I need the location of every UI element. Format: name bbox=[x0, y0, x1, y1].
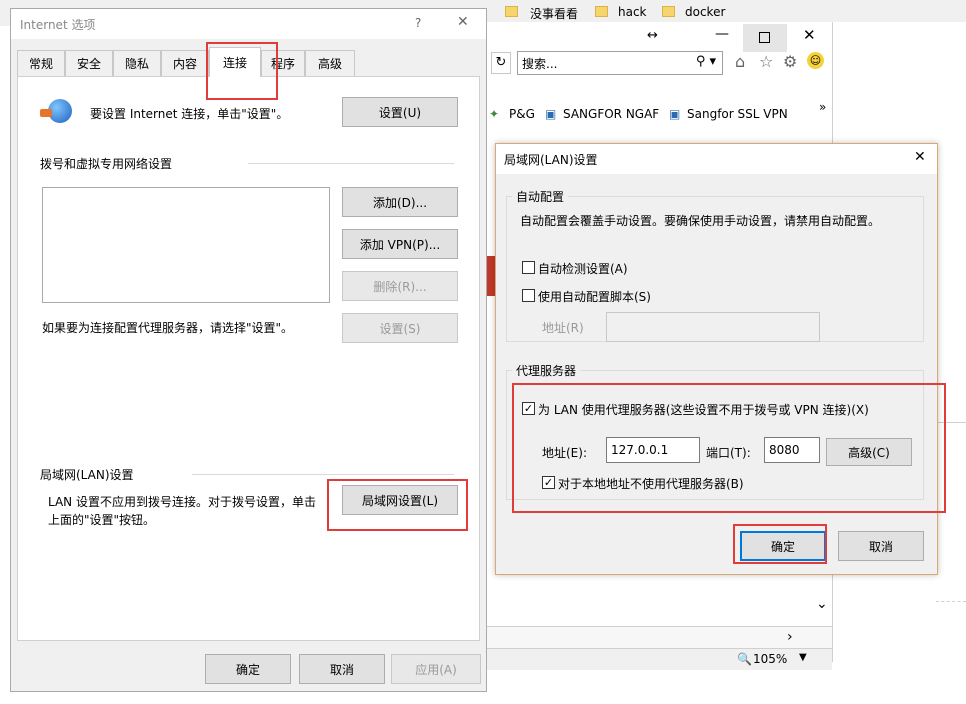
dialog-title: 局域网(LAN)设置 bbox=[504, 153, 598, 167]
smiley-icon[interactable]: ☺ bbox=[807, 52, 824, 69]
auto-config-heading: 自动配置 bbox=[512, 188, 569, 205]
script-address-label: 地址(R) bbox=[542, 321, 584, 335]
tab-connections[interactable]: 连接 bbox=[209, 47, 261, 77]
zoom-level[interactable]: 105% bbox=[753, 652, 787, 666]
more-favorites-icon[interactable]: » bbox=[819, 100, 826, 114]
favorites-bar: ✦ P&G ▣ SANGFOR NGAF ▣ Sangfor SSL VPN » bbox=[487, 100, 833, 128]
script-address-input[interactable] bbox=[606, 312, 820, 342]
add-vpn-button[interactable]: 添加 VPN(P)... bbox=[342, 229, 458, 259]
page-icon: ▣ bbox=[545, 107, 557, 121]
zoom-icon: 🔍 bbox=[737, 652, 752, 666]
divider bbox=[248, 163, 454, 164]
resize-arrows-icon: ↔ bbox=[647, 28, 658, 43]
gear-icon[interactable]: ⚙ bbox=[783, 52, 797, 71]
lan-description-line1: LAN 设置不应用到拨号连接。对于拨号设置，单击 bbox=[48, 495, 316, 509]
search-placeholder: 搜索... bbox=[522, 56, 558, 71]
connections-list[interactable] bbox=[42, 187, 330, 303]
dialog-title: Internet 选项 bbox=[20, 18, 96, 32]
folder-icon bbox=[505, 6, 518, 17]
auto-script-label: 使用自动配置脚本(S) bbox=[538, 290, 651, 304]
ok-button[interactable]: 确定 bbox=[205, 654, 291, 684]
proxy-server-heading: 代理服务器 bbox=[512, 362, 581, 379]
folder-icon bbox=[662, 6, 675, 17]
lan-description-line2: 上面的"设置"按钮。 bbox=[48, 513, 156, 527]
cancel-button[interactable]: 取消 bbox=[838, 531, 924, 561]
dialup-heading: 拨号和虚拟专用网络设置 bbox=[40, 157, 173, 171]
lan-heading: 局域网(LAN)设置 bbox=[40, 468, 134, 482]
cancel-button[interactable]: 取消 bbox=[299, 654, 385, 684]
page-icon: ▣ bbox=[669, 107, 681, 121]
auto-detect-checkbox[interactable] bbox=[522, 261, 535, 274]
globe-icon bbox=[40, 99, 72, 125]
highlight-ok-button bbox=[733, 524, 827, 564]
close-icon[interactable]: ✕ bbox=[457, 14, 469, 30]
search-icon[interactable]: ⚲ ▾ bbox=[696, 54, 716, 69]
favorite-item[interactable]: Sangfor SSL VPN bbox=[687, 107, 788, 121]
bookmark-item[interactable]: hack bbox=[618, 5, 647, 19]
scroll-right-icon[interactable]: › bbox=[787, 629, 793, 645]
connections-panel: 要设置 Internet 连接，单击"设置"。 设置(U) 拨号和虚拟专用网络设… bbox=[17, 76, 480, 641]
status-bar: 🔍 105% ▼ bbox=[487, 648, 833, 670]
close-icon[interactable]: ✕ bbox=[803, 26, 816, 44]
folder-icon bbox=[595, 6, 608, 17]
maximize-icon bbox=[759, 32, 770, 43]
proxy-hint: 如果要为连接配置代理服务器，请选择"设置"。 bbox=[42, 321, 294, 335]
horizontal-scrollbar[interactable]: › bbox=[487, 626, 833, 648]
auto-detect-label: 自动检测设置(A) bbox=[538, 262, 628, 276]
settings-button[interactable]: 设置(S) bbox=[342, 313, 458, 343]
apply-button[interactable]: 应用(A) bbox=[391, 654, 481, 684]
highlight-proxy-settings bbox=[512, 383, 946, 513]
close-icon[interactable]: ✕ bbox=[914, 149, 926, 165]
divider bbox=[192, 474, 454, 475]
refresh-icon[interactable]: ↻ bbox=[491, 52, 511, 74]
minimize-icon[interactable]: — bbox=[715, 26, 729, 42]
remove-button[interactable]: 删除(R)... bbox=[342, 271, 458, 301]
favorite-item[interactable]: P&G bbox=[509, 107, 535, 121]
tab-content[interactable]: 内容 bbox=[161, 50, 209, 76]
title-bar: Internet 选项 ? ✕ bbox=[11, 9, 486, 39]
favorites-star-icon[interactable]: ☆ bbox=[759, 52, 773, 71]
highlight-lan-button bbox=[327, 479, 468, 531]
favorite-item[interactable]: SANGFOR NGAF bbox=[563, 107, 659, 121]
favorite-icon: ✦ bbox=[489, 107, 500, 121]
tab-privacy[interactable]: 隐私 bbox=[113, 50, 161, 76]
setup-description: 要设置 Internet 连接，单击"设置"。 bbox=[90, 107, 289, 121]
auto-script-checkbox[interactable] bbox=[522, 289, 535, 302]
scroll-down-icon[interactable]: ⌄ bbox=[816, 596, 828, 612]
internet-options-dialog: Internet 选项 ? ✕ 常规 安全 隐私 内容 连接 程序 高级 要设置… bbox=[10, 8, 487, 692]
maximize-button[interactable] bbox=[743, 24, 787, 52]
chevron-down-icon[interactable]: ▼ bbox=[799, 652, 807, 663]
setup-button[interactable]: 设置(U) bbox=[342, 97, 458, 127]
bookmark-item[interactable]: docker bbox=[685, 5, 725, 19]
tab-advanced[interactable]: 高级 bbox=[305, 50, 355, 76]
home-icon[interactable]: ⌂ bbox=[735, 52, 745, 71]
tab-security[interactable]: 安全 bbox=[65, 50, 113, 76]
bookmark-item[interactable]: 没事看看 bbox=[530, 5, 578, 22]
search-input[interactable]: 搜索... ⚲ ▾ bbox=[517, 51, 723, 75]
help-icon[interactable]: ? bbox=[415, 16, 421, 30]
title-bar: 局域网(LAN)设置 ✕ bbox=[496, 144, 937, 174]
add-button[interactable]: 添加(D)... bbox=[342, 187, 458, 217]
auto-config-description: 自动配置会覆盖手动设置。要确保使用手动设置，请禁用自动配置。 bbox=[520, 214, 881, 228]
tab-general[interactable]: 常规 bbox=[17, 50, 65, 76]
